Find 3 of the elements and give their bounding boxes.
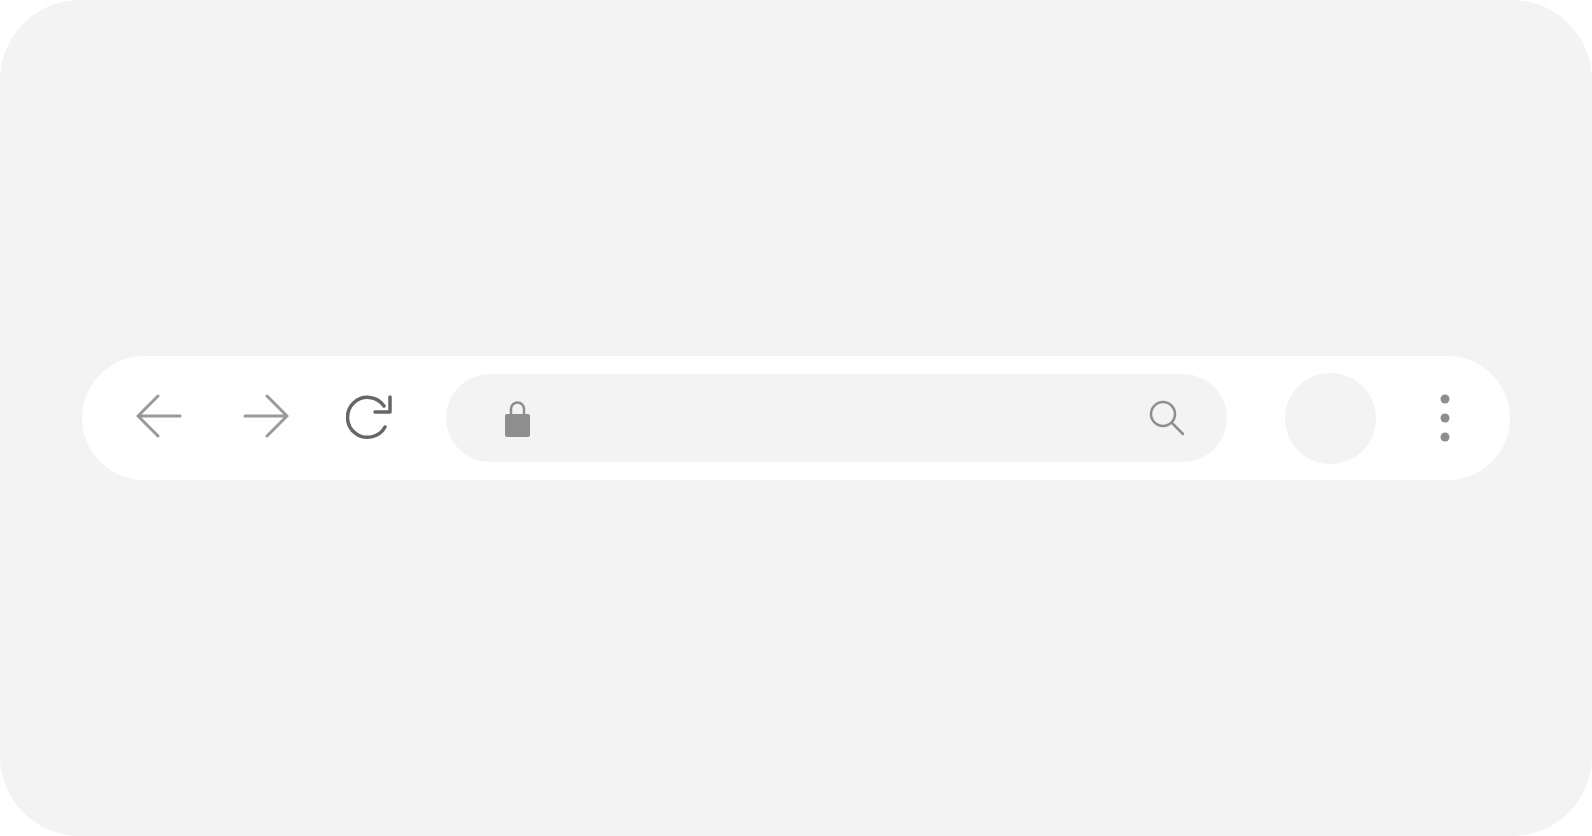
more-menu-icon[interactable] — [1440, 394, 1450, 442]
search-icon[interactable] — [1149, 400, 1185, 436]
reload-icon[interactable] — [346, 394, 394, 442]
